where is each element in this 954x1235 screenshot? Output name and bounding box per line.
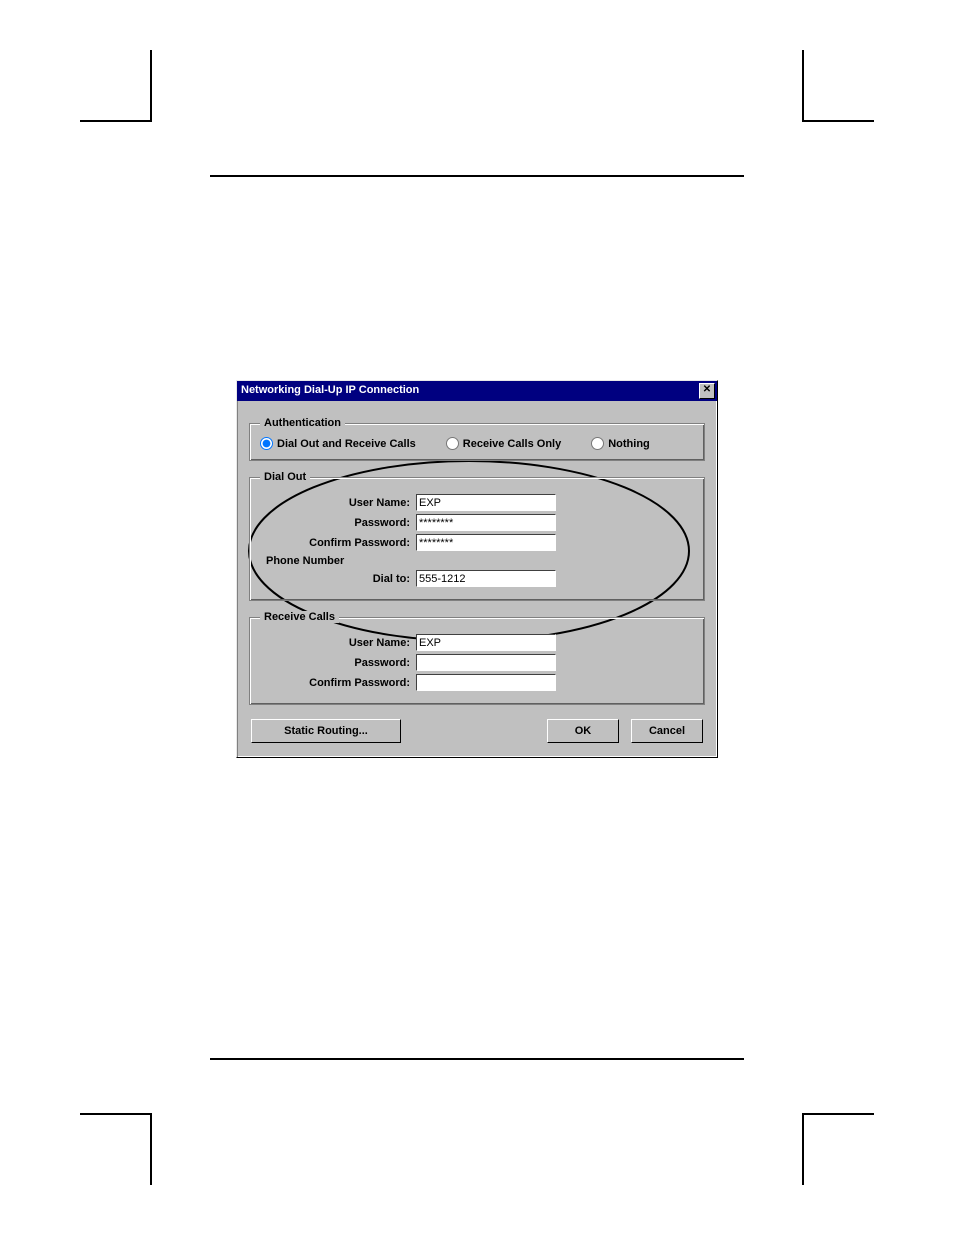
- dialout-pass-input[interactable]: [416, 514, 556, 531]
- receive-pass-label: Password:: [260, 657, 416, 669]
- authentication-legend: Authentication: [260, 417, 345, 429]
- receive-confirm-label: Confirm Password:: [260, 677, 416, 689]
- dialout-confirm-input[interactable]: [416, 534, 556, 551]
- radio-receive-only[interactable]: [446, 437, 459, 450]
- page-rule-bottom: [210, 1058, 744, 1060]
- dialout-user-input[interactable]: [416, 494, 556, 511]
- page-rule-top: [210, 175, 744, 177]
- crop-mark-tl: [80, 50, 152, 122]
- button-row: Static Routing... OK Cancel: [249, 715, 705, 745]
- dialog-title: Networking Dial-Up IP Connection: [241, 384, 419, 396]
- authentication-group: Authentication Dial Out and Receive Call…: [249, 417, 705, 461]
- auth-option-dial-and-receive[interactable]: Dial Out and Receive Calls: [260, 437, 416, 450]
- close-icon[interactable]: ✕: [699, 383, 715, 399]
- titlebar[interactable]: Networking Dial-Up IP Connection ✕: [237, 381, 717, 401]
- auth-option-dial-and-receive-label: Dial Out and Receive Calls: [277, 438, 416, 450]
- receive-user-input[interactable]: [416, 634, 556, 651]
- auth-option-receive-only-label: Receive Calls Only: [463, 438, 561, 450]
- crop-mark-bl: [80, 1113, 152, 1185]
- phone-number-label: Phone Number: [266, 555, 694, 567]
- auth-option-nothing-label: Nothing: [608, 438, 650, 450]
- dial-out-group: Dial Out User Name: Password: Confirm Pa…: [249, 471, 705, 601]
- dial-out-legend: Dial Out: [260, 471, 310, 483]
- crop-mark-tr: [802, 50, 874, 122]
- dialog-networking-dialup: Networking Dial-Up IP Connection ✕ Authe…: [236, 380, 718, 758]
- static-routing-button[interactable]: Static Routing...: [251, 719, 401, 743]
- radio-nothing[interactable]: [591, 437, 604, 450]
- radio-dial-and-receive[interactable]: [260, 437, 273, 450]
- dialout-user-label: User Name:: [260, 497, 416, 509]
- receive-pass-input[interactable]: [416, 654, 556, 671]
- ok-button[interactable]: OK: [547, 719, 619, 743]
- dialto-input[interactable]: [416, 570, 556, 587]
- dialout-pass-label: Password:: [260, 517, 416, 529]
- dialto-label: Dial to:: [260, 573, 416, 585]
- auth-option-receive-only[interactable]: Receive Calls Only: [446, 437, 561, 450]
- crop-mark-br: [802, 1113, 874, 1185]
- receive-confirm-input[interactable]: [416, 674, 556, 691]
- dialog-client-area: Authentication Dial Out and Receive Call…: [237, 401, 717, 757]
- cancel-button[interactable]: Cancel: [631, 719, 703, 743]
- auth-option-nothing[interactable]: Nothing: [591, 437, 650, 450]
- receive-calls-group: Receive Calls User Name: Password: Confi…: [249, 611, 705, 705]
- dialout-confirm-label: Confirm Password:: [260, 537, 416, 549]
- receive-user-label: User Name:: [260, 637, 416, 649]
- receive-calls-legend: Receive Calls: [260, 611, 339, 623]
